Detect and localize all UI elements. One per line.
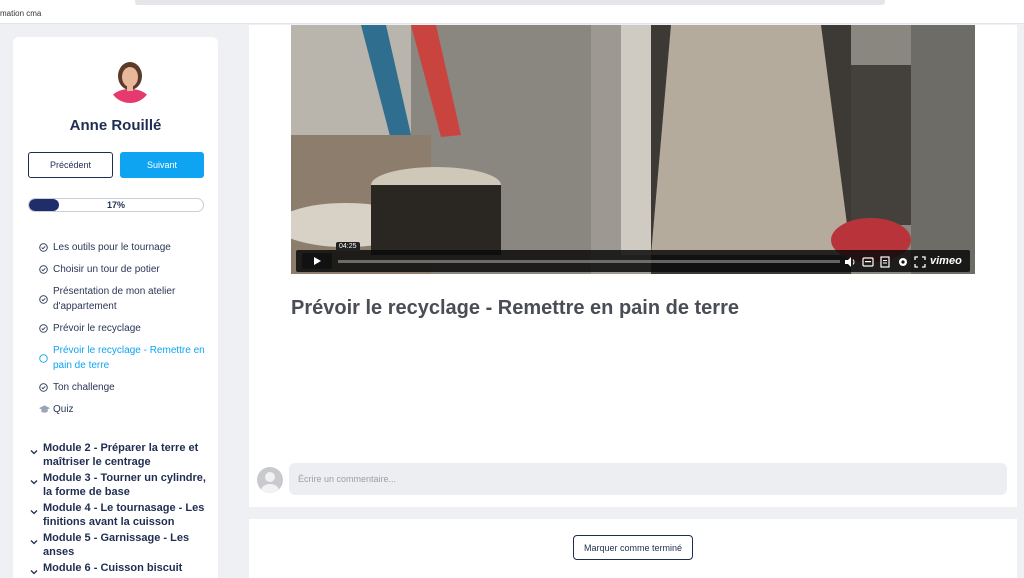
module-label: Module 3 - Tourner un cylindre, la forme…	[43, 472, 206, 498]
check-circle-icon	[39, 240, 53, 255]
video-player[interactable]: 04:25 vimeo	[291, 25, 975, 274]
time-tooltip: 04:25	[336, 242, 360, 251]
lesson-title: Prévoir le recyclage - Remettre en pain …	[291, 297, 739, 319]
module-item[interactable]: Module 6 - Cuisson biscuit	[30, 561, 210, 578]
module-item[interactable]: Module 2 - Préparer la terre et maîtrise…	[30, 441, 210, 469]
video-frame	[291, 25, 975, 274]
module-list: Module 2 - Préparer la terre et maîtrise…	[30, 441, 210, 578]
lesson-item[interactable]: Prévoir le recyclage	[39, 321, 209, 336]
module-label: Module 6 - Cuisson biscuit	[43, 562, 183, 574]
progress-label: 17%	[106, 200, 125, 210]
lesson-label: Choisir un tour de potier	[53, 264, 160, 275]
play-button[interactable]	[302, 253, 332, 269]
module-item[interactable]: Module 3 - Tourner un cylindre, la forme…	[30, 471, 210, 499]
browser-tab-strip: mation cma	[0, 0, 1024, 24]
video-controls: 04:25 vimeo	[296, 242, 970, 272]
lesson-item-current[interactable]: Prévoir le recyclage - Remettre en pain …	[39, 343, 209, 373]
graduation-cap-icon	[39, 402, 53, 417]
module-item[interactable]: Module 5 - Garnissage - Les anses	[30, 531, 210, 559]
vimeo-logo[interactable]: vimeo	[930, 255, 962, 267]
chevron-down-icon	[30, 445, 43, 459]
module-label: Module 2 - Préparer la terre et maîtrise…	[43, 442, 199, 468]
lesson-label: Prévoir le recyclage	[53, 323, 141, 334]
lesson-item[interactable]: Présentation de mon atelier d'appartemen…	[39, 284, 209, 314]
previous-button[interactable]: Précédent	[28, 152, 113, 178]
module-label: Module 5 - Garnissage - Les anses	[43, 532, 190, 558]
fullscreen-icon[interactable]	[914, 255, 926, 268]
course-sidebar: Anne Rouillé Précédent Suivant 17% Les o…	[13, 37, 218, 578]
check-circle-icon	[39, 262, 53, 277]
captions-icon[interactable]	[862, 255, 874, 267]
volume-icon[interactable]	[844, 255, 856, 267]
module-label: Module 4 - Le tournasage - Les finitions…	[43, 502, 205, 528]
mark-complete-button[interactable]: Marquer comme terminé	[573, 535, 693, 560]
chevron-down-icon	[30, 565, 43, 578]
lesson-item[interactable]: Les outils pour le tournage	[39, 240, 209, 255]
address-bar[interactable]	[135, 0, 885, 5]
lesson-item[interactable]: Choisir un tour de potier	[39, 262, 209, 277]
lesson-footer: Marquer comme terminé	[249, 519, 1017, 578]
browser-tab-title[interactable]: mation cma	[0, 9, 41, 18]
lesson-label: Présentation de mon atelier d'appartemen…	[53, 286, 176, 312]
lesson-label: Ton challenge	[53, 382, 115, 393]
lesson-list: Les outils pour le tournage Choisir un t…	[39, 240, 209, 424]
check-circle-icon	[39, 380, 53, 395]
check-circle-icon	[39, 284, 53, 314]
instructor-avatar	[108, 57, 152, 103]
module-item[interactable]: Module 4 - Le tournasage - Les finitions…	[30, 501, 210, 529]
chevron-down-icon	[30, 535, 43, 549]
chevron-down-icon	[30, 475, 43, 489]
chevron-down-icon	[30, 505, 43, 519]
comment-form	[257, 463, 1009, 495]
lesson-label: Quiz	[53, 404, 74, 415]
circle-icon	[39, 343, 53, 373]
seek-bar[interactable]	[338, 260, 840, 263]
user-avatar-icon	[257, 467, 283, 493]
check-circle-icon	[39, 321, 53, 336]
lesson-label: Prévoir le recyclage - Remettre en pain …	[53, 345, 205, 371]
settings-gear-icon[interactable]	[897, 255, 909, 267]
course-progress-bar: 17%	[28, 198, 204, 212]
lesson-content: 04:25 vimeo Prévoir le recyclage - Remet…	[249, 25, 1017, 507]
lesson-item[interactable]: Ton challenge	[39, 380, 209, 395]
comment-input[interactable]	[289, 463, 1007, 495]
lesson-label: Les outils pour le tournage	[53, 242, 171, 253]
lesson-item-quiz[interactable]: Quiz	[39, 402, 209, 417]
next-button[interactable]: Suivant	[120, 152, 204, 178]
transcript-icon[interactable]	[880, 255, 892, 268]
instructor-name: Anne Rouillé	[69, 117, 162, 134]
